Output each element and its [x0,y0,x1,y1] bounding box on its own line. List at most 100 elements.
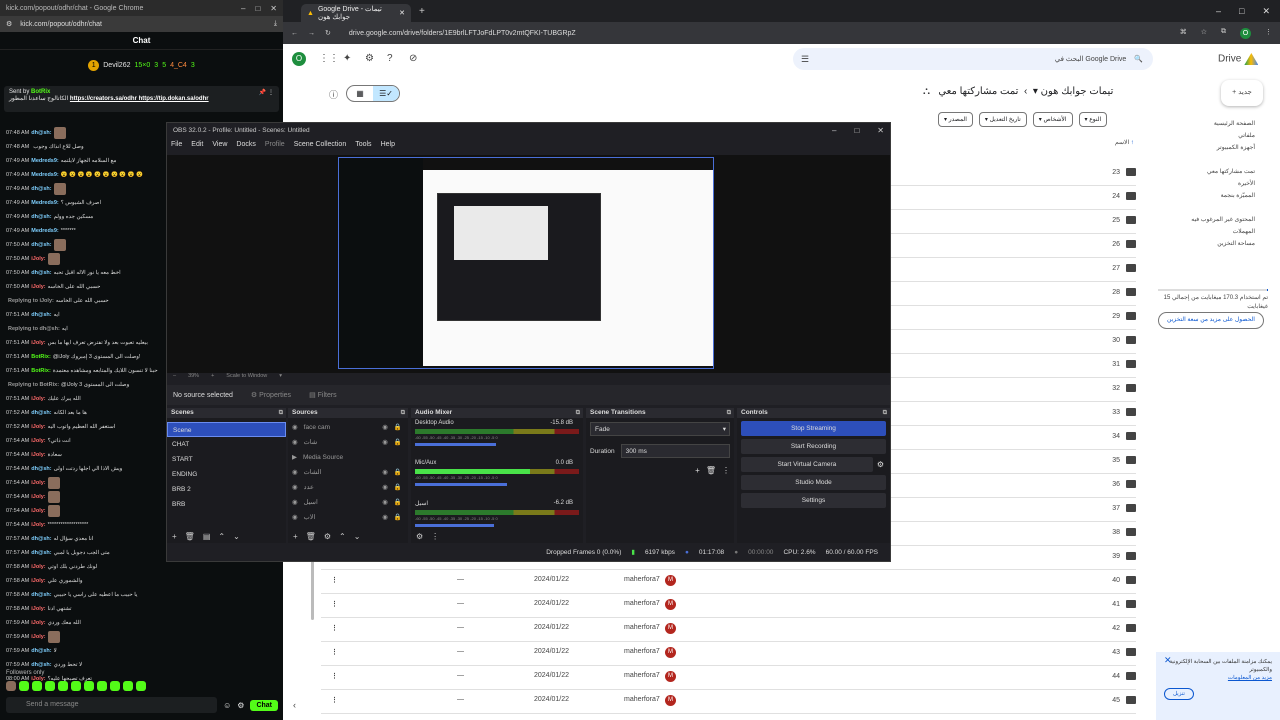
kick-url[interactable]: kick.com/popout/odhr/chat [20,21,102,28]
source-item[interactable]: ◉ الشات ◉ 🔒 [288,465,408,480]
file-name[interactable]: 36 [1112,481,1120,488]
menu-item[interactable]: Profile [265,141,285,148]
up-icon[interactable]: ⌃ [339,530,346,544]
dock-undock-icon[interactable]: ⧉ [279,408,283,418]
pin-icon[interactable]: 📌 ⋮ [259,89,274,96]
emoji-icon[interactable]: ☺ [223,701,231,710]
message-user[interactable]: iJoly: [31,508,45,514]
drive-logo[interactable]: Drive [1218,53,1259,65]
close-icon[interactable]: ✕ [270,4,277,13]
list-view-icon[interactable]: ☰✓ [373,86,399,101]
close-icon[interactable]: ✕ [1164,656,1172,665]
message-user[interactable]: dh@sh: [31,648,51,654]
more-actions-icon[interactable]: ⋮ [331,600,338,608]
lock-icon[interactable]: 🔒 [394,510,402,525]
emote-icon[interactable] [19,681,29,691]
file-name[interactable]: 26 [1112,241,1120,248]
start-virtual-camera-button[interactable]: Start Virtual Camera [741,457,873,472]
site-info-icon[interactable]: ⚙ [6,20,12,28]
menu-item[interactable]: Scene Collection [294,141,347,148]
filter-icon[interactable]: ▤ [203,530,211,544]
profile-avatar[interactable]: O [1240,27,1251,39]
pin-links[interactable]: https://creators.sa/odhr https://tip.dok… [70,96,209,102]
message-user[interactable]: iJoly: [31,606,45,612]
minimize-icon[interactable]: – [241,4,245,13]
dock-undock-icon[interactable]: ⧉ [727,408,731,418]
settings-icon[interactable]: ⚙ [365,53,374,64]
dock-undock-icon[interactable]: ⧉ [401,408,405,418]
menu-item[interactable]: Tools [355,141,371,148]
file-name[interactable]: 38 [1112,529,1120,536]
chevron-down-icon[interactable]: ▾ [279,373,282,383]
message-user[interactable]: iJoly: [31,452,45,458]
file-name[interactable]: 27 [1112,265,1120,272]
emote-icon[interactable] [32,681,42,691]
notify-link[interactable]: مزيد من المعلومات [1164,674,1272,682]
star-icon[interactable]: ☆ [1201,28,1207,39]
file-name[interactable]: 42 [1112,625,1120,632]
file-name[interactable]: 31 [1112,361,1120,368]
emote-icon[interactable] [6,681,16,691]
sidebar-item[interactable]: مساحة التخزين [1143,238,1273,250]
file-name[interactable]: 24 [1112,193,1120,200]
message-user[interactable]: iJoly: [31,494,45,500]
message-user[interactable]: dh@sh: [31,186,51,192]
transition-select[interactable]: Fade ▾ [590,422,730,436]
duration-input[interactable]: 300 ms [620,444,730,458]
zoom-in-icon[interactable]: + [211,373,214,383]
emote-icon[interactable] [123,681,133,691]
add-icon[interactable]: + [695,466,700,475]
name-column-header[interactable]: الاسم ↑ [1115,139,1134,146]
message-user[interactable]: dh@sh: [31,550,51,556]
file-name[interactable]: 25 [1112,217,1120,224]
message-user[interactable]: iJoly: [31,620,45,626]
more-actions-icon[interactable]: ⋮ [331,648,338,656]
file-name[interactable]: 29 [1112,313,1120,320]
message-user[interactable]: iJoly: [31,522,45,528]
kick-address-bar[interactable]: ⚙ kick.com/popout/odhr/chat ⤓ [0,16,283,32]
sidebar-item[interactable]: المحتوى غير المرغوب فيه [1143,214,1273,226]
message-user[interactable]: iJoly: [31,578,45,584]
file-name[interactable]: 39 [1112,553,1120,560]
gemini-icon[interactable]: ✦ [343,53,351,64]
trash-icon[interactable]: 🗑 [706,466,716,475]
file-name[interactable]: 30 [1112,337,1120,344]
menu-item[interactable]: Edit [191,141,203,148]
emote-icon[interactable] [84,681,94,691]
zoom-out-icon[interactable]: – [173,373,176,383]
message-user[interactable]: dh@sh: [31,130,51,136]
filters-button[interactable]: ▤ Filters [309,391,337,399]
offline-icon[interactable]: ⊘ [409,53,417,64]
file-name[interactable]: 35 [1112,457,1120,464]
eye-icon[interactable]: ◉ [382,435,388,450]
lock-icon[interactable]: 🔒 [394,420,402,435]
emote-icon[interactable] [45,681,55,691]
message-user[interactable]: Replying to BotRix: [8,382,59,388]
scene-item[interactable]: Scene [167,422,286,437]
filter-people[interactable]: ▾ الأشخاص [1032,112,1073,127]
eye-icon[interactable]: ◉ [382,480,388,495]
file-name[interactable]: 45 [1112,697,1120,704]
reload-icon[interactable]: ↻ [325,29,331,37]
file-name[interactable]: 23 [1112,169,1120,176]
more-actions-icon[interactable]: ⋮ [331,672,338,680]
file-row[interactable]: 43 ⋮ — 2024/01/22 maherfora7 M [321,642,1136,666]
gear-icon[interactable]: ⚙ [237,701,244,710]
new-tab-icon[interactable]: + [419,6,425,17]
translate-icon[interactable]: ⌘ [1180,28,1187,39]
up-icon[interactable]: ⌃ [218,530,225,544]
emote-icon[interactable] [58,681,68,691]
message-user[interactable]: Medreds9: [31,200,59,206]
sidebar-item[interactable]: أجهزة الكمبيوتر [1143,142,1273,154]
message-user[interactable]: BotRix: [31,354,51,360]
stop-streaming-button[interactable]: Stop Streaming [741,421,886,436]
trash-icon[interactable]: 🗑 [306,530,316,544]
more-actions-icon[interactable]: ⋮ [331,576,338,584]
file-name[interactable]: 34 [1112,433,1120,440]
back-icon[interactable]: ← [291,30,298,37]
scene-item[interactable]: BRB 2 [167,482,286,497]
menu-icon[interactable]: ⋮ [431,530,439,544]
source-item[interactable]: ◉ اسيل ◉ 🔒 [288,495,408,510]
sidebar-item[interactable]: ملفاتي [1143,130,1273,142]
message-user[interactable]: dh@sh: [31,466,51,472]
